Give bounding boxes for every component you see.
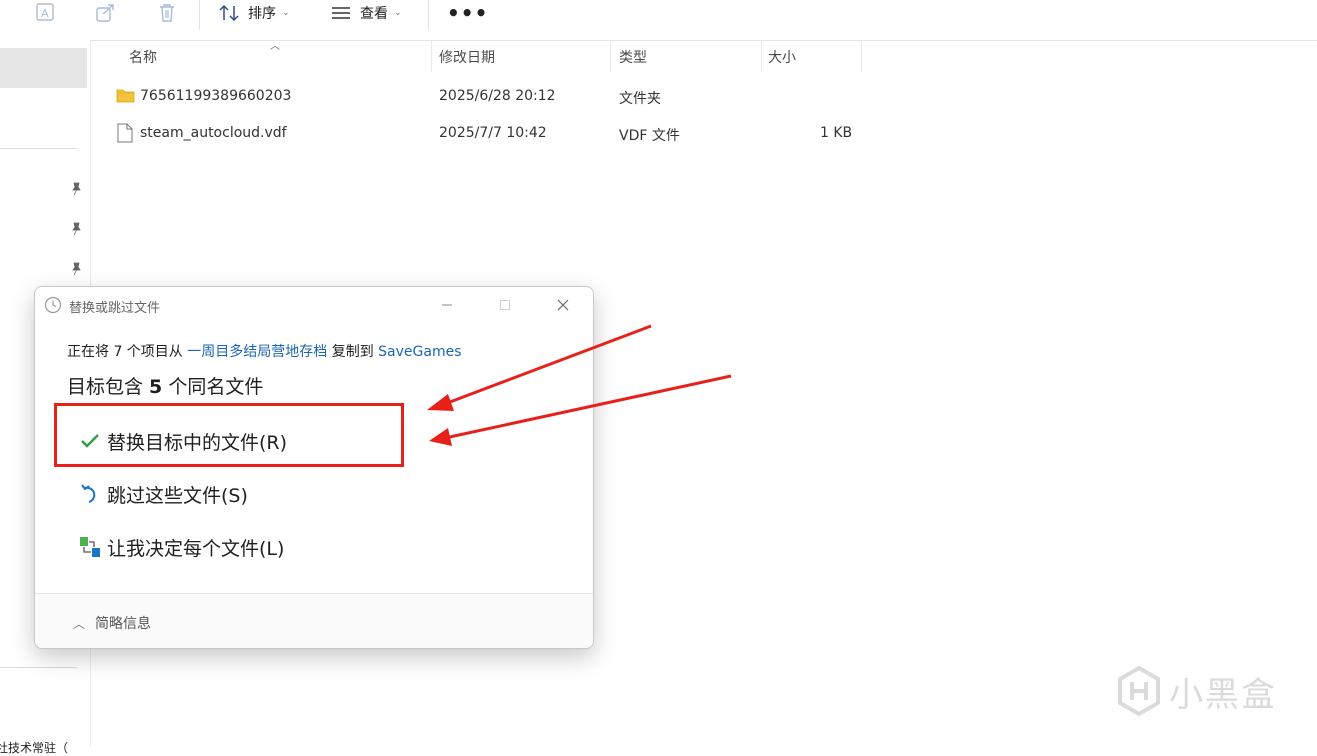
watermark: 小黑盒 (1117, 660, 1287, 722)
annotation-arrows (427, 324, 732, 446)
watermark-logo-icon (1118, 666, 1160, 716)
annotation-arrow (429, 374, 732, 446)
annotation-arrow (427, 324, 652, 411)
watermark-text: 小黑盒 (1169, 674, 1277, 715)
